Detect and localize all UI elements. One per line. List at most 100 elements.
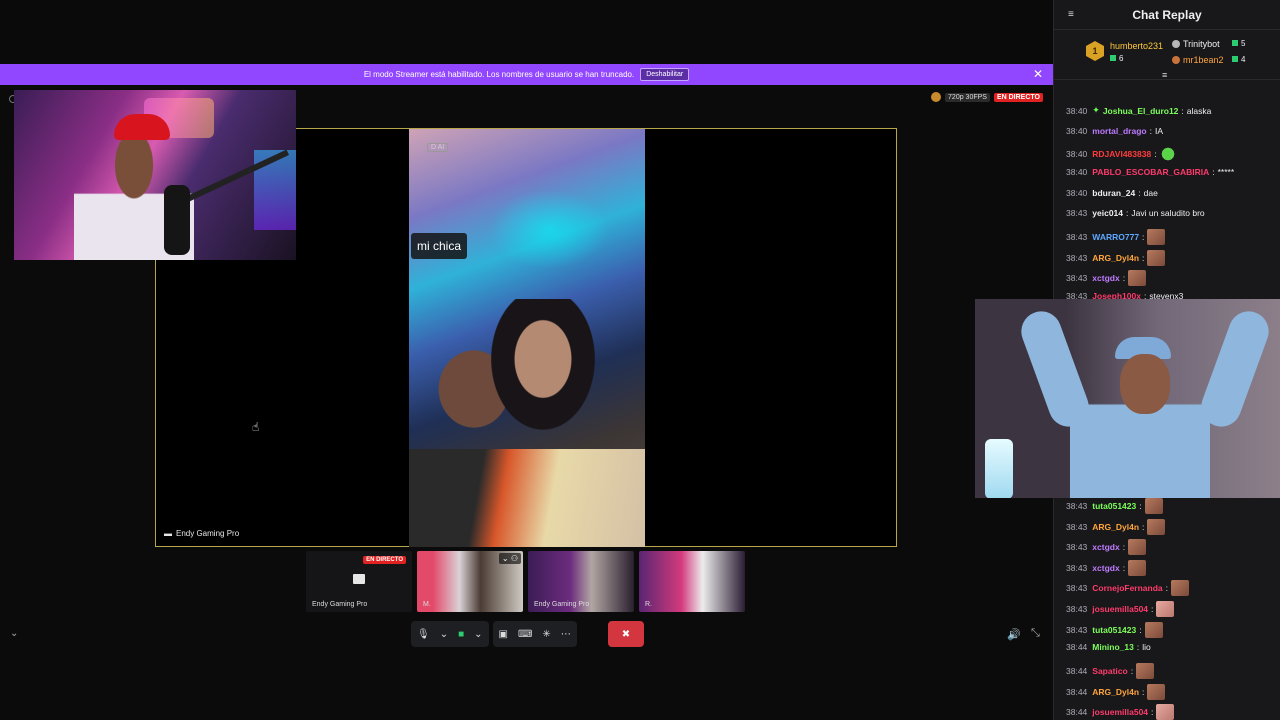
- more-options-icon[interactable]: ⋯: [561, 629, 571, 640]
- soundboard-icon[interactable]: ✳: [542, 629, 550, 640]
- thumb-label: Endy Gaming Pro: [534, 601, 590, 608]
- activity-gamepad-icon[interactable]: ⌨: [518, 629, 532, 640]
- chat-header: ≡ Chat Replay: [1054, 0, 1280, 30]
- thumb-live-badge: EN DIRECTO: [363, 556, 406, 564]
- message-username[interactable]: mortal_drago: [1092, 126, 1146, 136]
- chat-message: 38:43 xctgdx:: [1066, 270, 1147, 286]
- share-screen-icon[interactable]: ▣: [499, 629, 508, 640]
- message-separator: :: [1165, 583, 1169, 593]
- message-username[interactable]: Sapatico: [1092, 666, 1127, 676]
- message-username[interactable]: xctgdx: [1092, 563, 1119, 573]
- disable-streamer-mode-button[interactable]: Deshabilitar: [640, 68, 690, 81]
- message-separator: :: [1142, 522, 1145, 532]
- message-separator: :: [1138, 188, 1141, 198]
- message-username[interactable]: tuta051423: [1092, 501, 1136, 511]
- message-username[interactable]: josuemilla504: [1092, 707, 1148, 717]
- message-timestamp: 38:44: [1066, 642, 1088, 652]
- message-separator: :: [1142, 687, 1145, 697]
- message-username[interactable]: ARG_Dyl4n: [1092, 253, 1139, 263]
- fullscreen-icon[interactable]: ⤡: [1031, 627, 1040, 640]
- ai-tag: D AI: [427, 143, 449, 152]
- message-timestamp: 38:43: [1066, 232, 1088, 242]
- message-separator: :: [1151, 604, 1154, 614]
- chat-message: 38:43 xctgdx:: [1066, 560, 1147, 576]
- message-username[interactable]: PABLO_ESCOBAR_GABIRIA: [1092, 167, 1209, 177]
- streamer-mode-banner: El modo Streamer está habilitado. Los no…: [0, 64, 1053, 85]
- message-username[interactable]: CornejoFernanda: [1092, 583, 1162, 593]
- emote-icon: [1171, 580, 1190, 596]
- leader-second-count-value: 5: [1241, 39, 1246, 48]
- message-timestamp: 38:40: [1066, 188, 1088, 198]
- close-banner-icon[interactable]: ✕: [1033, 67, 1043, 81]
- participant-thumb[interactable]: EN DIRECTO Endy Gaming Pro: [306, 551, 412, 612]
- message-separator: :: [1142, 253, 1145, 263]
- message-separator: :: [1181, 105, 1184, 116]
- message-username[interactable]: yeic014: [1092, 208, 1123, 218]
- participant-thumb[interactable]: Endy Gaming Pro: [528, 551, 634, 612]
- message-separator: :: [1122, 563, 1126, 573]
- leader-first-name[interactable]: humberto231: [1110, 41, 1163, 51]
- message-username[interactable]: Joshua_El_duro12: [1103, 106, 1179, 116]
- message-separator: :: [1126, 208, 1129, 218]
- camera-icon[interactable]: ■: [458, 629, 464, 640]
- chat-title: Chat Replay: [1132, 7, 1202, 22]
- message-text: lio: [1142, 642, 1151, 652]
- thumb-options-icon[interactable]: ⌄ ⚇: [498, 553, 521, 564]
- guest-face: [1120, 354, 1170, 414]
- message-separator: :: [1122, 542, 1126, 552]
- screen-share-icon: [353, 574, 365, 584]
- message-timestamp: 38:43: [1066, 273, 1088, 283]
- video-person-2: [489, 299, 609, 449]
- message-username[interactable]: tuta051423: [1092, 625, 1136, 635]
- leader-third-name[interactable]: mr1bean2: [1172, 55, 1224, 65]
- emote-icon: [1147, 519, 1166, 535]
- message-timestamp: 38:40: [1066, 105, 1088, 116]
- message-username[interactable]: xctgdx: [1092, 542, 1119, 552]
- chat-message: 38:43 tuta051423:: [1066, 622, 1163, 638]
- message-username[interactable]: WARRO777: [1092, 232, 1139, 242]
- video-clothing: [409, 449, 645, 547]
- message-timestamp: 38:44: [1066, 687, 1088, 697]
- message-username[interactable]: Minino_13: [1092, 642, 1134, 652]
- message-username[interactable]: RDJAVI483838: [1092, 149, 1151, 159]
- message-username[interactable]: xctgdx: [1092, 273, 1119, 283]
- live-badge: EN DIRECTO: [993, 92, 1043, 102]
- microphone-icon[interactable]: 🎙: [417, 629, 430, 640]
- participant-thumb[interactable]: R.: [639, 551, 745, 612]
- collapse-chevron-icon[interactable]: ⌄: [10, 628, 18, 639]
- message-username[interactable]: josuemilla504: [1092, 604, 1148, 614]
- message-timestamp: 38:43: [1066, 501, 1088, 511]
- microphone: [164, 185, 190, 255]
- message-separator: :: [1136, 642, 1140, 652]
- chat-message: 38:40 RDJAVI483838:: [1066, 146, 1176, 162]
- chat-message: 38:43 CornejoFernanda:: [1066, 580, 1190, 596]
- collapse-chat-icon[interactable]: ≡: [1068, 9, 1074, 20]
- message-separator: :: [1139, 501, 1142, 511]
- emote-icon: [1128, 539, 1147, 555]
- leader-second-name[interactable]: Trinitybot: [1172, 39, 1220, 49]
- message-timestamp: 38:43: [1066, 208, 1088, 218]
- emote-icon: [1136, 663, 1155, 679]
- chat-message: 38:40 bduran_24: dae: [1066, 188, 1158, 198]
- chat-message: 38:43 josuemilla504:: [1066, 601, 1175, 617]
- leader-first-count-value: 6: [1119, 54, 1124, 63]
- chat-message: 38:40 PABLO_ESCOBAR_GABIRIA: *****: [1066, 167, 1234, 177]
- monitor-icon: ▬: [164, 529, 172, 538]
- message-username[interactable]: bduran_24: [1092, 188, 1135, 198]
- leave-call-button[interactable]: ✖: [608, 621, 644, 647]
- volume-icon[interactable]: 🔊: [1007, 628, 1021, 641]
- participant-thumb[interactable]: ⌄ ⚇ M.: [417, 551, 523, 612]
- message-separator: :: [1154, 149, 1157, 159]
- desk-lamp: [985, 439, 1013, 498]
- camera-options-chevron-icon[interactable]: ⌄: [474, 629, 482, 640]
- leader-third-count: 4: [1232, 55, 1245, 64]
- message-username[interactable]: ARG_Dyl4n: [1092, 522, 1139, 532]
- thumb-label: M.: [423, 601, 431, 608]
- silver-rank-icon: [1172, 40, 1180, 48]
- chat-message: 38:40 ✦ Joshua_El_duro12: alaska: [1066, 105, 1211, 116]
- leader-second-name-text: Trinitybot: [1183, 39, 1220, 49]
- expand-leaderboard-icon[interactable]: ≡: [1162, 70, 1167, 80]
- mic-options-chevron-icon[interactable]: ⌄: [440, 629, 448, 640]
- bronze-rank-icon: [1172, 56, 1180, 64]
- message-username[interactable]: ARG_Dyl4n: [1092, 687, 1139, 697]
